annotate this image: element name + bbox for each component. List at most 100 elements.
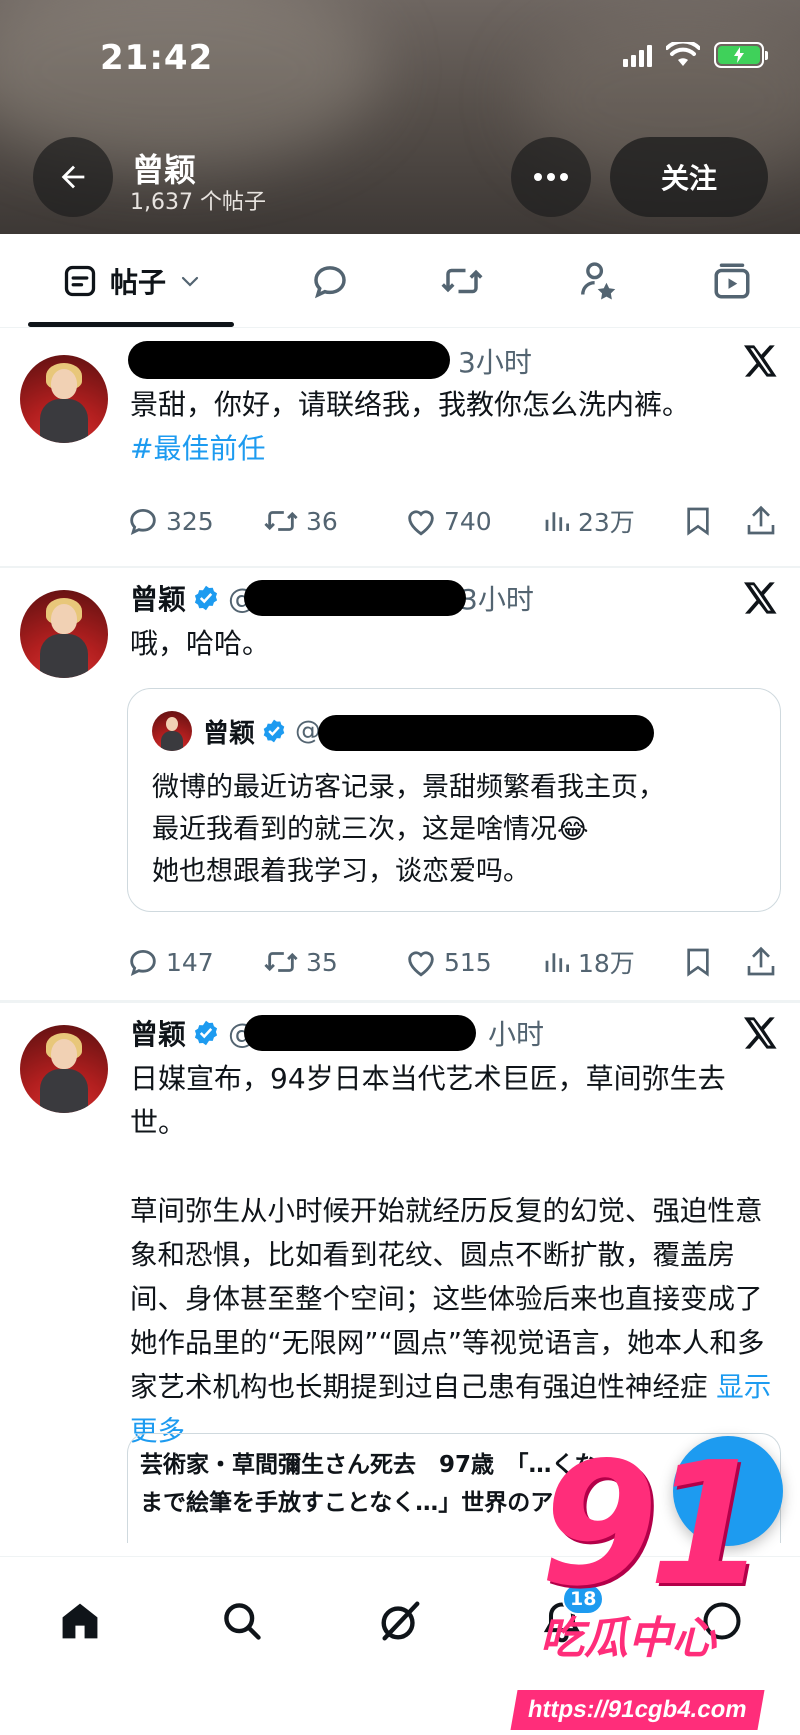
repost-icon <box>264 511 298 531</box>
profile-tabs: 帖子 <box>0 234 800 328</box>
view-count: 23万 <box>578 508 635 537</box>
search-icon <box>224 1603 261 1640</box>
share-button[interactable] <box>746 942 776 982</box>
grok-icon <box>381 1601 420 1641</box>
tweet-time: 小时 <box>488 1018 545 1051</box>
signal-icon <box>623 43 652 67</box>
tweet-text: 哦，哈哈。 <box>130 627 271 660</box>
repost-button[interactable]: 36 <box>262 501 338 541</box>
heart-icon <box>408 510 434 536</box>
tweet-time: 3小时 <box>460 583 534 616</box>
tweet-actions: 147 35 515 18万 <box>126 942 776 982</box>
reply-count: 147 <box>166 947 214 977</box>
status-time: 21:42 <box>100 38 214 78</box>
author-name[interactable]: 曾颖 <box>130 1013 186 1053</box>
posts-icon <box>64 265 96 297</box>
tweet-actions: 325 36 740 23万 <box>126 501 776 541</box>
battery-charging-icon <box>714 42 768 68</box>
repost-count: 35 <box>306 947 338 977</box>
reply-count: 325 <box>166 506 214 536</box>
tab-replies[interactable] <box>290 234 370 328</box>
quoted-author-name: 曾颖 <box>203 718 256 749</box>
status-icons <box>623 42 768 68</box>
like-count: 740 <box>444 506 492 536</box>
nav-messages[interactable] <box>692 1591 752 1651</box>
reply-icon <box>314 266 346 299</box>
view-count: 18万 <box>578 949 635 978</box>
bookmark-button[interactable] <box>684 501 712 541</box>
verified-badge-icon <box>261 718 287 744</box>
tweet[interactable]: 3小时 景甜，你好，请联络我，我教你怎么洗内裤。 #最佳前任 325 36 74… <box>0 331 800 566</box>
notification-count-badge: 18 <box>562 1583 605 1615</box>
tweet-text: 景甜，你好，请联络我，我教你怎么洗内裤。 #最佳前任 <box>130 383 780 471</box>
home-icon <box>62 1603 98 1639</box>
like-button[interactable]: 515 <box>404 942 492 982</box>
quoted-tweet-header: 曾颖 @ <box>203 711 321 751</box>
verified-badge-icon <box>192 1019 220 1047</box>
views-icon <box>545 512 569 531</box>
profile-header: 21:42 曾颖 1,637 个帖子 关注 <box>0 0 800 234</box>
quoted-tweet[interactable]: 曾颖 @ 微博的最近访客记录，景甜频繁看我主页， 最近我看到的就三次，这是啥情况… <box>127 688 781 912</box>
x-logo-icon <box>744 582 777 614</box>
active-tab-indicator <box>28 322 234 327</box>
wifi-icon <box>666 42 700 66</box>
nav-home[interactable] <box>50 1591 110 1651</box>
views-icon <box>545 953 569 972</box>
tab-reposts[interactable] <box>422 234 502 328</box>
follow-button[interactable]: 关注 <box>610 137 768 217</box>
like-count: 515 <box>444 947 492 977</box>
heart-icon <box>408 951 434 977</box>
views-button[interactable]: 18万 <box>542 942 635 982</box>
redaction-bar <box>244 580 466 616</box>
arrow-left-icon <box>61 165 85 189</box>
bookmark-icon <box>687 948 709 977</box>
more-horizontal-icon <box>534 173 568 181</box>
tab-posts-label: 帖子 <box>109 266 166 299</box>
hashtag-link[interactable]: #最佳前任 <box>130 427 780 471</box>
reply-icon <box>130 508 156 535</box>
author-name[interactable]: 曾颖 <box>130 578 186 618</box>
tweet-time: 3小时 <box>458 346 532 379</box>
nav-grok[interactable] <box>370 1591 430 1651</box>
repost-icon <box>441 268 483 294</box>
share-button[interactable] <box>746 501 776 541</box>
share-icon <box>747 505 775 535</box>
tab-posts[interactable]: 帖子 <box>28 234 234 328</box>
avatar <box>152 711 192 751</box>
redaction-bar <box>244 1015 476 1051</box>
user-star-icon <box>581 262 616 300</box>
reply-button[interactable]: 325 <box>126 501 214 541</box>
like-button[interactable]: 740 <box>404 501 492 541</box>
bookmark-icon <box>687 507 709 536</box>
reply-icon <box>130 949 156 976</box>
chevron-down-icon <box>181 276 199 287</box>
back-button[interactable] <box>33 137 113 217</box>
more-options-button[interactable] <box>511 137 591 217</box>
tweet[interactable]: 曾颖 @ 小时 日媒宣布，94岁日本当代艺术巨匠，草间弥生去世。 草间弥生从小时… <box>0 1003 800 1543</box>
verified-badge-icon <box>192 584 220 612</box>
tweet[interactable]: 曾颖 @ 3小时 哦，哈哈。 曾颖 @ 微博的最近访客记录，景甜频繁看我主页， … <box>0 568 800 1000</box>
video-icon <box>714 263 750 299</box>
repost-icon <box>264 952 298 972</box>
repost-button[interactable]: 35 <box>262 942 338 982</box>
bookmark-button[interactable] <box>684 942 712 982</box>
tab-following[interactable] <box>558 234 638 328</box>
share-icon <box>747 946 775 976</box>
compose-button[interactable] <box>673 1436 783 1546</box>
views-button[interactable]: 23万 <box>542 501 635 541</box>
tweet-text: 日媒宣布，94岁日本当代艺术巨匠，草间弥生去世。 草间弥生从小时候开始就经历反复… <box>130 1062 772 1447</box>
messages-icon <box>703 1602 741 1640</box>
quoted-tweet-text: 微博的最近访客记录，景甜频繁看我主页， 最近我看到的就三次，这是啥情况😂 她也想… <box>152 772 665 887</box>
avatar[interactable] <box>20 590 108 678</box>
x-logo-icon <box>744 1017 777 1049</box>
reply-button[interactable]: 147 <box>126 942 214 982</box>
nav-search[interactable] <box>212 1591 272 1651</box>
post-count: 1,637 个帖子 <box>130 190 266 215</box>
tab-media[interactable] <box>692 234 772 328</box>
repost-count: 36 <box>306 506 338 536</box>
avatar[interactable] <box>20 1025 108 1113</box>
redaction-bar <box>128 341 450 379</box>
redaction-bar <box>318 715 654 751</box>
avatar[interactable] <box>20 355 108 443</box>
x-logo-icon <box>744 345 777 377</box>
